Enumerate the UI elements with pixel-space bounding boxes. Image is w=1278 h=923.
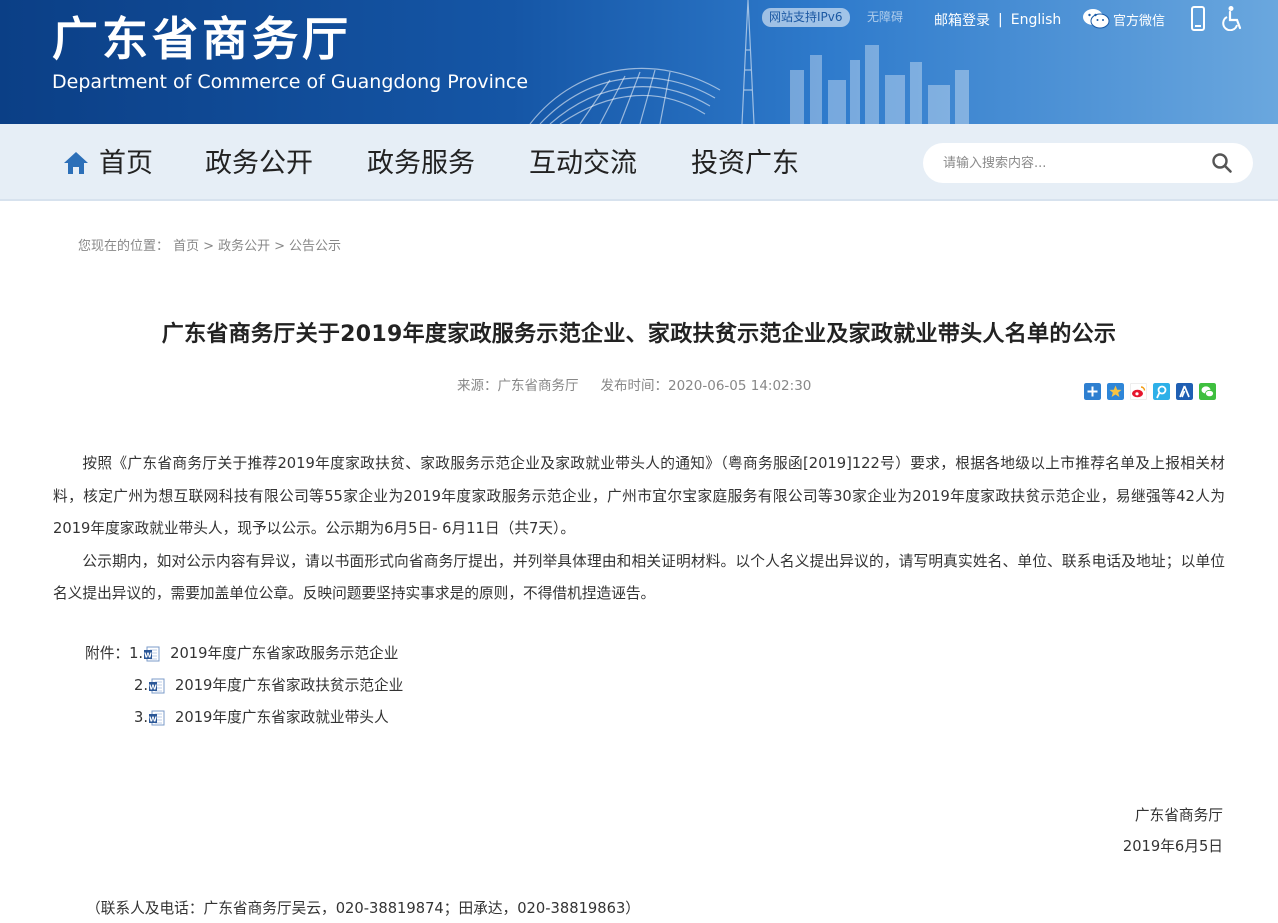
- svg-text:W: W: [144, 652, 152, 660]
- separator: |: [998, 12, 1003, 28]
- header-banner: 广东省商务厅 Department of Commerce of Guangdo…: [0, 0, 1278, 124]
- breadcrumb: 您现在的位置： 首页 > 政务公开 > 公告公示: [78, 238, 341, 256]
- attachment-number: 1.: [129, 645, 144, 662]
- english-link[interactable]: English: [1011, 12, 1062, 28]
- attachment-link[interactable]: 2019年度广东省家政服务示范企业: [170, 640, 398, 668]
- article-body: 按照《广东省商务厅关于推荐2019年度家政扶贫、家政服务示范企业及家政就业带头人…: [53, 448, 1225, 611]
- site-subtitle: Department of Commerce of Guangdong Prov…: [52, 71, 529, 93]
- wechat-label: 官方微信: [1113, 13, 1166, 29]
- search-input[interactable]: [943, 153, 1203, 173]
- nav-item-invest-guangdong[interactable]: 投资广东: [691, 146, 799, 182]
- site-title: 广东省商务厅: [52, 12, 352, 66]
- word-doc-icon: W: [144, 646, 160, 662]
- article-publish-time: 发布时间：2020-06-05 14:02:30: [600, 378, 812, 394]
- word-doc-icon: W: [149, 710, 165, 726]
- wechat-share-icon[interactable]: [1199, 383, 1216, 400]
- accessibility-icon[interactable]: [1220, 5, 1246, 31]
- share-bar: [1084, 383, 1216, 400]
- nav-item-interaction[interactable]: 互动交流: [529, 146, 637, 182]
- contact-info: （联系人及电话：广东省商务厅吴云，020-38819874；田承达，020-38…: [86, 900, 640, 917]
- breadcrumb-announcements[interactable]: 公告公示: [289, 239, 341, 254]
- article-title: 广东省商务厅关于2019年度家政服务示范企业、家政扶贫示范企业及家政就业带头人名…: [161, 322, 1117, 347]
- svg-text:W: W: [149, 716, 157, 724]
- attachment-item: 3. W 2019年度广东省家政就业带头人: [134, 704, 389, 732]
- qzone-icon[interactable]: [1107, 383, 1124, 400]
- accessibility-text-link[interactable]: 无障碍: [867, 8, 903, 27]
- word-doc-icon: W: [149, 678, 165, 694]
- attachment-link[interactable]: 2019年度广东省家政扶贫示范企业: [175, 672, 403, 700]
- attachment-link[interactable]: 2019年度广东省家政就业带头人: [175, 704, 389, 732]
- attachment-item: 附件： 1. W 2019年度广东省家政服务示范企业: [85, 640, 398, 668]
- tencent-weibo-icon[interactable]: [1153, 383, 1170, 400]
- official-wechat-link[interactable]: 官方微信: [1082, 7, 1165, 31]
- home-icon[interactable]: [62, 150, 90, 176]
- search-box: [923, 143, 1253, 183]
- attachment-number: 3.: [134, 709, 149, 726]
- signature-org: 广东省商务厅: [1134, 807, 1223, 824]
- renren-icon[interactable]: [1176, 383, 1193, 400]
- attachment-item: 2. W 2019年度广东省家政扶贫示范企业: [134, 672, 403, 700]
- svg-text:W: W: [149, 684, 157, 692]
- breadcrumb-prefix: 您现在的位置：: [78, 239, 170, 254]
- wechat-icon: [1083, 9, 1110, 29]
- breadcrumb-home[interactable]: 首页: [173, 239, 199, 254]
- nav-item-home[interactable]: 首页: [99, 146, 153, 182]
- ipv6-badge: 网站支持IPv6: [762, 8, 850, 27]
- nav-item-government-affairs[interactable]: 政务公开: [205, 146, 313, 182]
- breadcrumb-separator: >: [203, 239, 215, 254]
- mobile-icon[interactable]: [1190, 6, 1206, 32]
- signature-block: 广东省商务厅 2019年6月5日: [1123, 800, 1223, 862]
- article-paragraph: 公示期内，如对公示内容有异议，请以书面形式向省商务厅提出，并列举具体理由和相关证…: [53, 552, 1225, 603]
- city-skyline-graphic: [529, 0, 969, 124]
- weibo-icon[interactable]: [1130, 383, 1147, 400]
- attachment-number: 2.: [134, 677, 149, 694]
- nav-item-government-services[interactable]: 政务服务: [367, 146, 475, 182]
- share-more-icon[interactable]: [1084, 383, 1101, 400]
- article-source: 来源：广东省商务厅: [457, 378, 579, 394]
- breadcrumb-government-affairs[interactable]: 政务公开: [218, 239, 270, 254]
- attachments-label: 附件：: [85, 645, 130, 662]
- main-nav: 首页 政务公开 政务服务 互动交流 投资广东: [0, 124, 1278, 201]
- article-meta: 来源：广东省商务厅 发布时间：2020-06-05 14:02:30: [457, 377, 811, 395]
- signature-date: 2019年6月5日: [1122, 838, 1223, 855]
- top-links: 邮箱登录 | English: [934, 9, 1061, 31]
- mail-login-link[interactable]: 邮箱登录: [934, 10, 990, 30]
- search-icon[interactable]: [1211, 152, 1233, 174]
- article-paragraph: 按照《广东省商务厅关于推荐2019年度家政扶贫、家政服务示范企业及家政就业带头人…: [53, 455, 1225, 537]
- breadcrumb-separator: >: [274, 239, 285, 254]
